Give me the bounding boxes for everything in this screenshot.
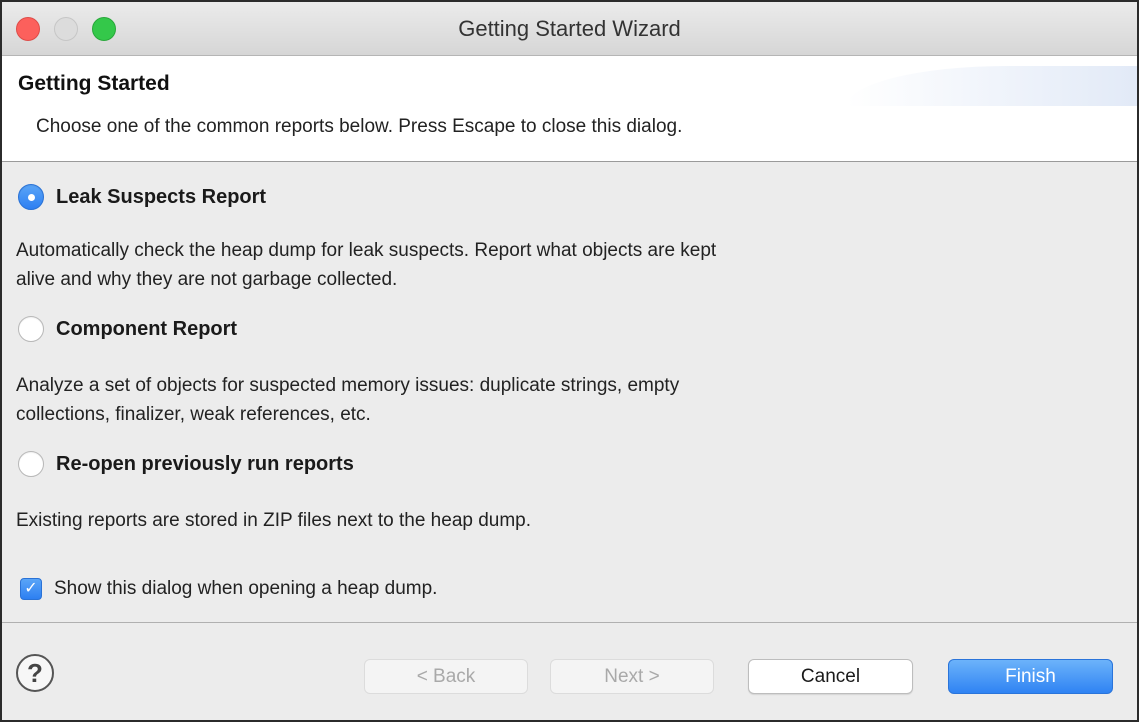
getting-started-dialog: Getting Started Wizard Getting Started C… [0, 0, 1139, 722]
back-button[interactable]: < Back [364, 659, 528, 694]
radio-component-report[interactable]: Component Report [18, 316, 237, 342]
option-description: Analyze a set of objects for suspected m… [16, 371, 916, 429]
radio-selected-icon[interactable] [18, 184, 44, 210]
description-line: collections, finalizer, weak references,… [16, 404, 371, 425]
page-title: Getting Started [18, 72, 170, 95]
page-description: Choose one of the common reports below. … [36, 116, 683, 137]
option-description: Automatically check the heap dump for le… [16, 236, 916, 294]
checkbox-checked-icon[interactable]: ✓ [20, 578, 42, 600]
next-button[interactable]: Next > [550, 659, 714, 694]
help-icon[interactable]: ? [16, 654, 54, 692]
option-label[interactable]: Leak Suspects Report [56, 186, 266, 209]
wizard-header: Getting Started Choose one of the common… [2, 56, 1137, 162]
title-bar[interactable]: Getting Started Wizard [2, 2, 1137, 56]
radio-unselected-icon[interactable] [18, 316, 44, 342]
option-label[interactable]: Component Report [56, 318, 237, 341]
radio-reopen-reports[interactable]: Re-open previously run reports [18, 451, 354, 477]
window-title: Getting Started Wizard [458, 16, 681, 41]
footer-divider [2, 622, 1137, 623]
header-banner-graphic [847, 66, 1137, 106]
option-description: Existing reports are stored in ZIP files… [16, 506, 916, 535]
show-dialog-label[interactable]: Show this dialog when opening a heap dum… [54, 578, 437, 600]
radio-unselected-icon[interactable] [18, 451, 44, 477]
finish-button[interactable]: Finish [948, 659, 1113, 694]
show-dialog-checkbox-row[interactable]: ✓ Show this dialog when opening a heap d… [20, 578, 437, 600]
radio-leak-suspects-report[interactable]: Leak Suspects Report [18, 184, 266, 210]
option-label[interactable]: Re-open previously run reports [56, 453, 354, 476]
description-line: alive and why they are not garbage colle… [16, 269, 398, 290]
cancel-button[interactable]: Cancel [748, 659, 913, 694]
description-line: Existing reports are stored in ZIP files… [16, 510, 532, 531]
description-line: Analyze a set of objects for suspected m… [16, 375, 680, 396]
description-line: Automatically check the heap dump for le… [16, 240, 717, 261]
